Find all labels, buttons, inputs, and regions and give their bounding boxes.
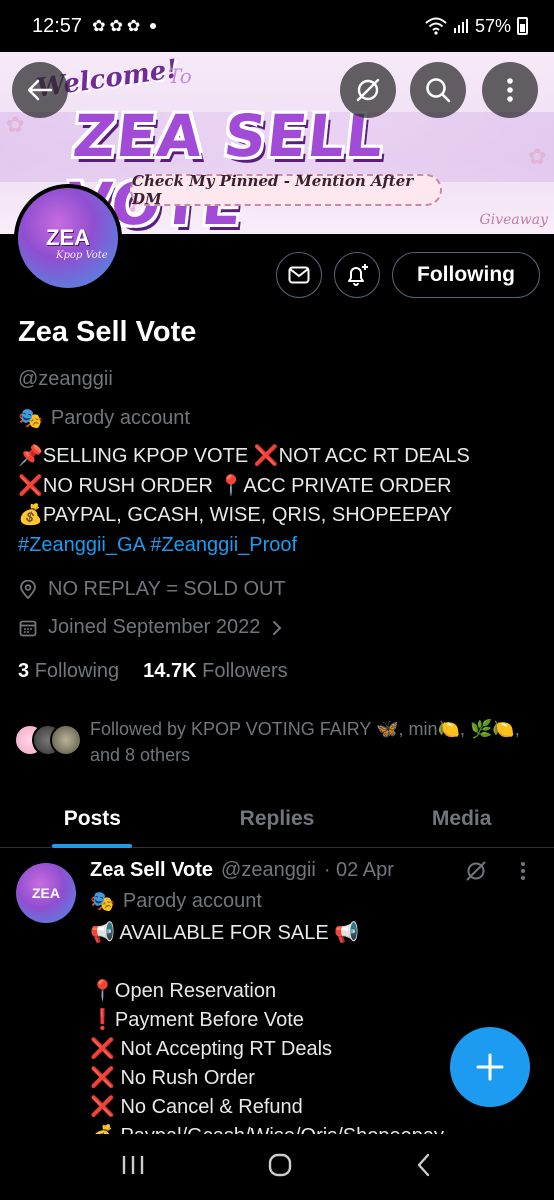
system-nav-bar — [0, 1134, 554, 1200]
parody-label: 🎭 Parody account — [18, 406, 190, 431]
grok-button[interactable] — [340, 62, 396, 118]
following-count-link[interactable]: 3 Following — [18, 660, 119, 683]
followers-label: Followers — [202, 660, 288, 682]
more-vertical-icon — [507, 78, 513, 102]
followed-by-text[interactable]: Followed by KPOP VOTING FAIRY 🦋, min🍋, 🌿… — [90, 716, 540, 768]
banner-to: To — [168, 64, 192, 88]
post-header: Zea Sell Vote @zeanggii · 02 Apr — [90, 859, 394, 882]
bio-line: ❌NO RUSH ORDER 📍ACC PRIVATE ORDER — [18, 474, 452, 497]
post-author-handle: @zeanggii — [221, 859, 316, 881]
profile-bio: 📌SELLING KPOP VOTE ❌NOT ACC RT DEALS ❌NO… — [18, 442, 470, 560]
post-parody-text: Parody account — [122, 890, 262, 912]
post-parody-label: 🎭 Parody account — [90, 889, 262, 914]
followed-by-avatars[interactable] — [14, 724, 84, 758]
following-label: Following — [34, 660, 120, 682]
home-icon — [268, 1153, 292, 1176]
tab-replies[interactable]: Replies — [185, 790, 370, 847]
location-text: NO REPLAY = SOLD OUT — [48, 578, 286, 600]
search-icon — [426, 78, 451, 103]
post-author-name[interactable]: Zea Sell Vote — [90, 859, 213, 882]
joined-row[interactable]: Joined September 2022 — [18, 616, 284, 639]
signal-icon — [453, 19, 468, 33]
home-button[interactable] — [266, 1151, 294, 1184]
compose-button[interactable] — [450, 1027, 530, 1107]
mask-icon: 🎭 — [90, 891, 115, 913]
recent-apps-icon — [122, 1155, 144, 1174]
chevron-right-icon — [273, 620, 282, 635]
bell-plus-icon — [348, 264, 368, 286]
mail-icon — [288, 266, 310, 284]
post-avatar[interactable]: ZEA — [16, 863, 76, 923]
notification-icon: ✿ — [109, 18, 123, 35]
more-vertical-icon — [521, 862, 525, 880]
status-bar: 12:57 ✿ ✿ ✿ 57% — [0, 0, 554, 52]
banner-giveaway: Giveaway — [479, 212, 548, 228]
parody-label-text: Parody account — [50, 407, 190, 429]
notification-icons: ✿ ✿ ✿ — [92, 16, 140, 36]
flower-icon: ✿ — [6, 112, 25, 137]
avatar-subtext: Kpop Vote — [56, 250, 108, 261]
profile-name: Zea Sell Vote — [18, 316, 197, 348]
location-pin-icon — [20, 579, 36, 599]
joined-text: Joined September 2022 — [48, 616, 261, 638]
following-count: 3 — [18, 660, 30, 682]
post-body: 📢 AVAILABLE FOR SALE 📢 📍Open Reservation… — [90, 922, 444, 1139]
battery-percent: 57% — [474, 15, 511, 36]
tab-media[interactable]: Media — [369, 790, 554, 847]
following-button[interactable]: Following — [392, 252, 540, 298]
avatar — [50, 724, 82, 756]
back-button[interactable] — [12, 62, 68, 118]
bio-hashtags: #Zeanggii_GA #Zeanggii_Proof — [18, 531, 470, 561]
bio-line: 📌SELLING KPOP VOTE ❌NOT ACC RT DEALS — [18, 445, 470, 467]
followers-count: 14.7K — [143, 660, 197, 682]
post-more-button[interactable] — [520, 861, 526, 886]
back-arrow-icon — [27, 79, 53, 101]
followers-count-link[interactable]: 14.7K Followers — [143, 660, 288, 683]
plus-icon — [476, 1053, 504, 1081]
message-button[interactable] — [276, 252, 322, 298]
post-grok-button[interactable] — [464, 859, 488, 888]
location-row: NO REPLAY = SOLD OUT — [18, 578, 286, 601]
more-options-button[interactable] — [482, 62, 538, 118]
follow-counts: 3 Following 14.7K Followers — [18, 660, 288, 683]
banner-subtitle: Check My Pinned - Mention After DM — [130, 172, 442, 208]
more-notifications-dot-icon — [150, 23, 157, 29]
recent-apps-button[interactable] — [120, 1153, 146, 1182]
notify-button[interactable] — [334, 252, 380, 298]
search-button[interactable] — [410, 62, 466, 118]
mask-icon: 🎭 — [18, 408, 43, 430]
status-time: 12:57 — [32, 14, 83, 37]
tab-posts[interactable]: Posts — [0, 790, 185, 847]
grok-icon — [466, 861, 486, 881]
chevron-left-icon — [417, 1153, 430, 1176]
post-avatar-text: ZEA — [32, 885, 60, 901]
hashtag-link[interactable]: #Zeanggii_GA — [18, 534, 145, 556]
avatar-text: ZEA — [46, 225, 90, 250]
profile-tabs: Posts Replies Media — [0, 790, 554, 848]
calendar-icon — [19, 620, 37, 636]
bio-line: 💰PAYPAL, GCASH, WISE, QRIS, SHOPEEPAY — [18, 504, 453, 526]
hashtag-link[interactable]: #Zeanggii_Proof — [150, 534, 297, 556]
post-date: · 02 Apr — [323, 859, 394, 881]
grok-icon — [356, 78, 380, 102]
status-right: 57% — [425, 16, 528, 37]
profile-avatar[interactable]: ZEA Kpop Vote — [14, 184, 122, 292]
back-nav-button[interactable] — [414, 1151, 434, 1184]
wifi-icon — [425, 17, 447, 35]
profile-handle: @zeanggii — [18, 368, 113, 390]
battery-icon — [517, 17, 528, 35]
notification-icon: ✿ — [92, 18, 106, 35]
notification-icon: ✿ — [126, 18, 141, 35]
